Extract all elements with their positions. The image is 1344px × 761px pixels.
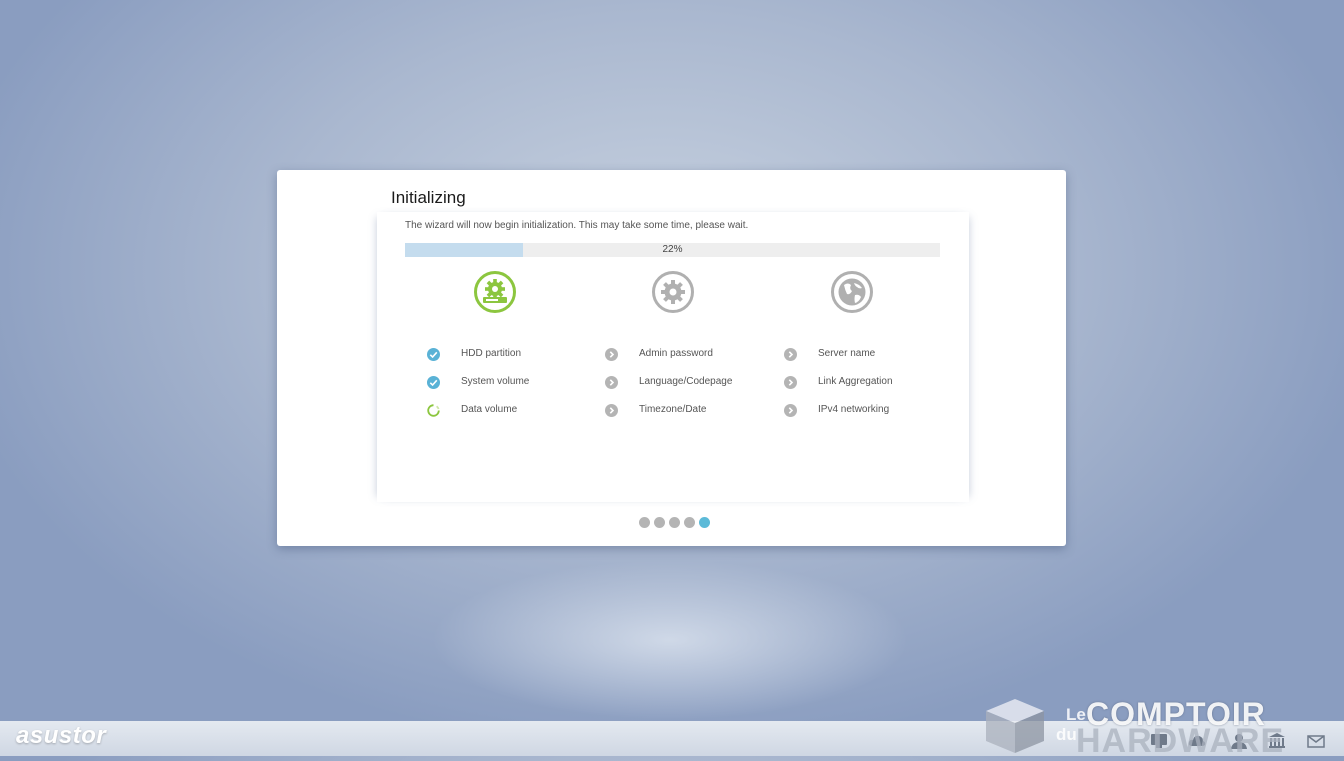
step-label: System volume [461,376,530,387]
progress-label: 22% [662,244,683,255]
step-server-name: Server name [764,346,944,362]
chevron-circle-icon [784,404,797,417]
step-language-codepage: Language/Codepage [585,374,765,390]
progress-bar: 22% [405,243,940,257]
step-label: Server name [818,348,876,359]
chevron-circle-icon [784,376,797,389]
watermark-hardware: HARDWARE [1076,722,1285,760]
check-circle-icon [427,376,440,389]
gear-icon [652,271,694,313]
step-system-volume: System volume [407,374,587,390]
step-column-network: Server name Link Aggregation IPv4 networ… [764,270,944,420]
spinner-icon [427,404,440,417]
cube-logo-icon [986,699,1044,753]
step-label: Data volume [461,404,518,415]
chevron-circle-icon [784,348,797,361]
step-link-aggregation: Link Aggregation [764,374,944,390]
chevron-circle-icon [605,404,618,417]
dialog-title: Initializing [391,188,466,207]
hdd-gear-icon [474,271,516,313]
step-column-storage: HDD partition System volume Data volume [407,270,587,420]
dialog-description: The wizard will now begin initialization… [405,220,749,231]
page-dot-5-active[interactable] [699,517,710,528]
chevron-circle-icon [605,348,618,361]
page-dot-4[interactable] [684,517,695,528]
initialization-dialog: Initializing The wizard will now begin i… [277,170,1066,546]
step-label: Admin password [639,348,713,359]
watermark-du: du [1056,725,1077,744]
page-dot-3[interactable] [669,517,680,528]
globe-icon [831,271,873,313]
step-ipv4-networking: IPv4 networking [764,402,944,418]
step-label: HDD partition [461,348,522,359]
step-label: IPv4 networking [818,404,890,415]
chevron-circle-icon [605,376,618,389]
page-dot-1[interactable] [639,517,650,528]
step-hdd-partition: HDD partition [407,346,587,362]
watermark: Le COMPTOIR du HARDWARE [984,695,1344,760]
step-admin-password: Admin password [585,346,765,362]
check-circle-icon [427,348,440,361]
step-label: Link Aggregation [818,376,893,387]
step-label: Language/Codepage [639,376,733,387]
background-glow [430,560,910,720]
page-dot-2[interactable] [654,517,665,528]
step-timezone-date: Timezone/Date [585,402,765,418]
asustor-logo: asustor [16,722,107,749]
wizard-panel: The wizard will now begin initialization… [377,212,969,502]
page-indicator [639,517,714,528]
step-column-system: Admin password Language/Codepage Timezon… [585,270,765,420]
step-label: Timezone/Date [639,404,707,415]
step-data-volume: Data volume [407,402,587,418]
